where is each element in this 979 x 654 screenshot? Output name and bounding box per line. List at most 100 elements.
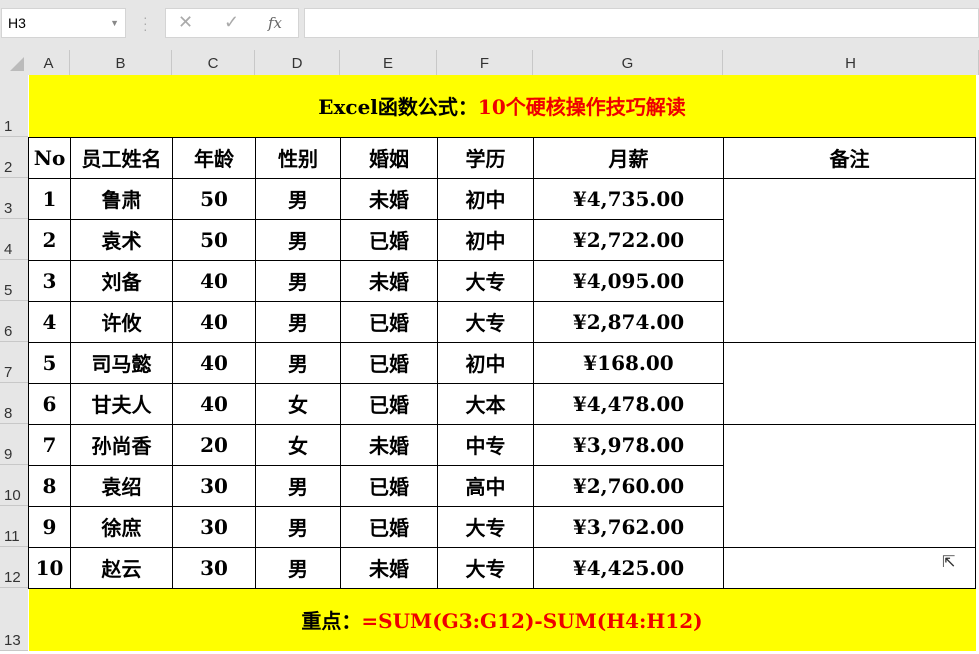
data-cell[interactable]: 8 bbox=[29, 465, 71, 506]
row-header-5[interactable]: 5 bbox=[0, 260, 28, 301]
row-header-10[interactable]: 10 bbox=[0, 465, 28, 506]
data-cell[interactable]: 50 bbox=[173, 178, 256, 219]
chevron-down-icon[interactable]: ▼ bbox=[110, 9, 119, 37]
data-cell[interactable]: 6 bbox=[29, 383, 71, 424]
data-cell[interactable]: 未婚 bbox=[341, 178, 438, 219]
column-header-f[interactable]: F bbox=[437, 50, 533, 75]
data-cell[interactable]: ¥4,425.00 bbox=[534, 547, 724, 588]
header-cell[interactable]: 月薪 bbox=[534, 137, 724, 178]
data-cell[interactable]: 已婚 bbox=[341, 219, 438, 260]
data-cell[interactable]: 初中 bbox=[438, 178, 534, 219]
data-cell[interactable]: 已婚 bbox=[341, 506, 438, 547]
data-cell[interactable]: 男 bbox=[256, 301, 341, 342]
data-cell[interactable]: 男 bbox=[256, 465, 341, 506]
row-header-13[interactable]: 13 bbox=[0, 588, 28, 651]
remark-cell[interactable] bbox=[724, 178, 976, 342]
data-cell[interactable]: 3 bbox=[29, 260, 71, 301]
row-header-4[interactable]: 4 bbox=[0, 219, 28, 260]
column-header-e[interactable]: E bbox=[340, 50, 437, 75]
header-cell[interactable]: 性别 bbox=[256, 137, 341, 178]
data-cell[interactable]: 大专 bbox=[438, 301, 534, 342]
remark-cell[interactable] bbox=[724, 342, 976, 424]
data-cell[interactable]: 许攸 bbox=[71, 301, 173, 342]
data-cell[interactable]: ¥3,978.00 bbox=[534, 424, 724, 465]
data-cell[interactable]: 孙尚香 bbox=[71, 424, 173, 465]
column-header-b[interactable]: B bbox=[70, 50, 172, 75]
data-cell[interactable]: 大本 bbox=[438, 383, 534, 424]
column-header-d[interactable]: D bbox=[255, 50, 340, 75]
column-header-h[interactable]: H bbox=[723, 50, 979, 75]
data-cell[interactable]: ¥4,478.00 bbox=[534, 383, 724, 424]
data-cell[interactable]: 初中 bbox=[438, 219, 534, 260]
data-cell[interactable]: 50 bbox=[173, 219, 256, 260]
remark-cell[interactable] bbox=[724, 547, 976, 588]
row-header-12[interactable]: 12 bbox=[0, 547, 28, 588]
header-cell[interactable]: 员工姓名 bbox=[71, 137, 173, 178]
data-cell[interactable]: 4 bbox=[29, 301, 71, 342]
data-cell[interactable]: 高中 bbox=[438, 465, 534, 506]
row-header-8[interactable]: 8 bbox=[0, 383, 28, 424]
data-cell[interactable]: 司马懿 bbox=[71, 342, 173, 383]
data-cell[interactable]: 未婚 bbox=[341, 424, 438, 465]
select-all-button[interactable] bbox=[0, 50, 28, 75]
fx-icon[interactable]: fx bbox=[268, 14, 282, 32]
drag-handle-icon[interactable]: ··· bbox=[143, 14, 148, 32]
row-header-1[interactable]: 1 bbox=[0, 75, 28, 137]
data-cell[interactable]: ¥4,735.00 bbox=[534, 178, 724, 219]
data-cell[interactable]: 40 bbox=[173, 342, 256, 383]
data-cell[interactable]: 中专 bbox=[438, 424, 534, 465]
data-cell[interactable]: ¥2,722.00 bbox=[534, 219, 724, 260]
row-header-2[interactable]: 2 bbox=[0, 137, 28, 178]
data-cell[interactable]: 1 bbox=[29, 178, 71, 219]
data-cell[interactable]: 袁绍 bbox=[71, 465, 173, 506]
data-cell[interactable]: ¥2,760.00 bbox=[534, 465, 724, 506]
data-cell[interactable]: 5 bbox=[29, 342, 71, 383]
data-cell[interactable]: 7 bbox=[29, 424, 71, 465]
data-cell[interactable]: 女 bbox=[256, 424, 341, 465]
data-cell[interactable]: 40 bbox=[173, 383, 256, 424]
column-header-g[interactable]: G bbox=[533, 50, 723, 75]
data-cell[interactable]: 赵云 bbox=[71, 547, 173, 588]
data-cell[interactable]: 40 bbox=[173, 260, 256, 301]
data-cell[interactable]: 女 bbox=[256, 383, 341, 424]
data-cell[interactable]: 男 bbox=[256, 178, 341, 219]
cancel-icon[interactable]: ✕ bbox=[178, 12, 193, 33]
data-cell[interactable]: 男 bbox=[256, 506, 341, 547]
data-cell[interactable]: ¥4,095.00 bbox=[534, 260, 724, 301]
data-cell[interactable]: 40 bbox=[173, 301, 256, 342]
data-cell[interactable]: 已婚 bbox=[341, 383, 438, 424]
data-cell[interactable]: 男 bbox=[256, 547, 341, 588]
data-cell[interactable]: 未婚 bbox=[341, 547, 438, 588]
row-header-7[interactable]: 7 bbox=[0, 342, 28, 383]
header-cell[interactable]: No bbox=[29, 137, 71, 178]
data-cell[interactable]: 30 bbox=[173, 506, 256, 547]
data-cell[interactable]: ¥3,762.00 bbox=[534, 506, 724, 547]
remark-cell[interactable] bbox=[724, 424, 976, 547]
header-cell[interactable]: 年龄 bbox=[173, 137, 256, 178]
data-cell[interactable]: 20 bbox=[173, 424, 256, 465]
row-header-3[interactable]: 3 bbox=[0, 178, 28, 219]
data-cell[interactable]: 大专 bbox=[438, 547, 534, 588]
data-cell[interactable]: 刘备 bbox=[71, 260, 173, 301]
name-box[interactable]: H3▼ bbox=[1, 8, 126, 38]
data-cell[interactable]: 30 bbox=[173, 465, 256, 506]
footer-cell[interactable]: 重点：=SUM(G3:G12)-SUM(H4:H12) bbox=[29, 588, 976, 651]
data-cell[interactable]: 徐庶 bbox=[71, 506, 173, 547]
column-header-a[interactable]: A bbox=[28, 50, 70, 75]
data-cell[interactable]: ¥168.00 bbox=[534, 342, 724, 383]
data-cell[interactable]: 大专 bbox=[438, 260, 534, 301]
row-header-9[interactable]: 9 bbox=[0, 424, 28, 465]
data-cell[interactable]: ¥2,874.00 bbox=[534, 301, 724, 342]
data-cell[interactable]: 未婚 bbox=[341, 260, 438, 301]
data-cell[interactable]: 已婚 bbox=[341, 301, 438, 342]
data-cell[interactable]: 袁术 bbox=[71, 219, 173, 260]
data-cell[interactable]: 男 bbox=[256, 342, 341, 383]
data-cell[interactable]: 初中 bbox=[438, 342, 534, 383]
formula-input[interactable] bbox=[304, 8, 979, 38]
data-cell[interactable]: 9 bbox=[29, 506, 71, 547]
data-cell[interactable]: 鲁肃 bbox=[71, 178, 173, 219]
data-cell[interactable]: 10 bbox=[29, 547, 71, 588]
data-cell[interactable]: 30 bbox=[173, 547, 256, 588]
header-cell[interactable]: 学历 bbox=[438, 137, 534, 178]
data-cell[interactable]: 男 bbox=[256, 219, 341, 260]
